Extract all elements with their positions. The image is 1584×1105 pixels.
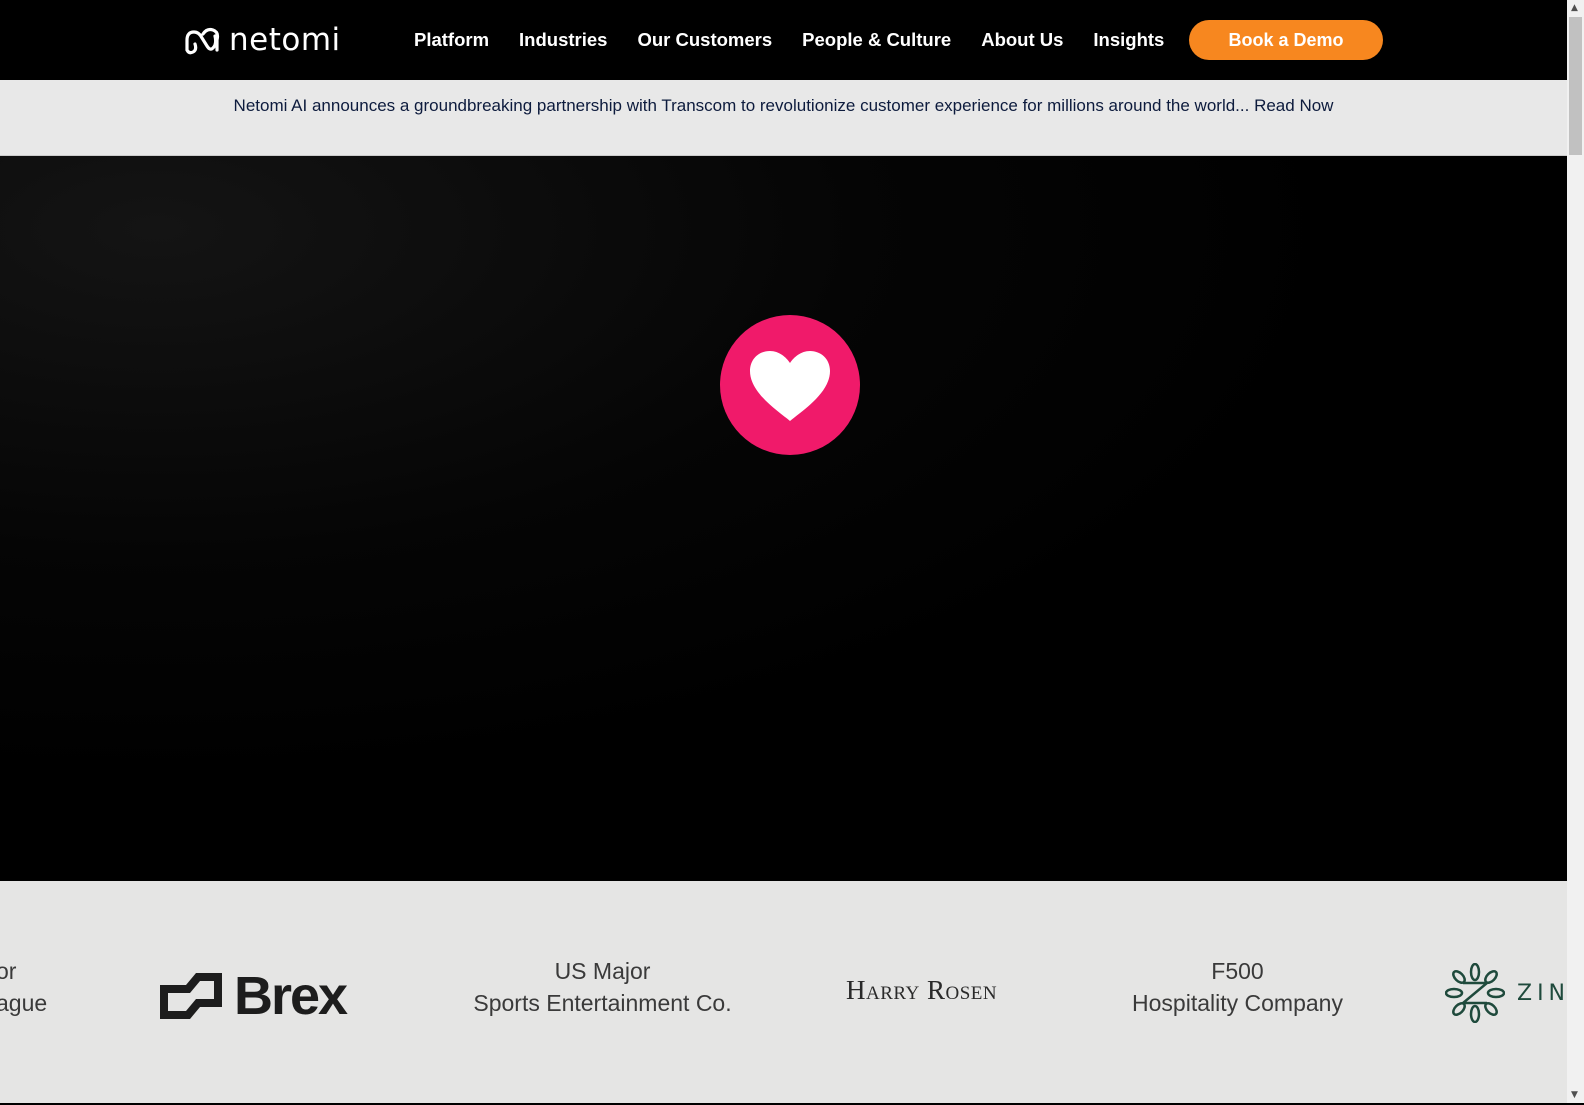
logo-text: netomi bbox=[229, 22, 341, 58]
hero-video bbox=[0, 156, 1567, 881]
brex-text: Brex bbox=[234, 966, 348, 1026]
zin-text: ZIN bbox=[1517, 980, 1567, 1006]
line: Hospitality Company bbox=[1132, 990, 1343, 1016]
us-major-logo: US Major Sports Entertainment Co. bbox=[450, 955, 755, 1019]
zin-logo: ZIN bbox=[1445, 963, 1567, 1023]
netomi-logo-icon bbox=[185, 27, 220, 55]
nav-people-culture[interactable]: People & Culture bbox=[802, 29, 951, 51]
nav-platform[interactable]: Platform bbox=[414, 29, 489, 51]
page: netomi Platform Industries Our Customers… bbox=[0, 0, 1567, 1105]
nav-about-us[interactable]: About Us bbox=[981, 29, 1063, 51]
f500-logo: F500 Hospitality Company bbox=[1110, 955, 1365, 1019]
brex-mark-icon bbox=[160, 973, 222, 1019]
leaf-flower-icon bbox=[1445, 963, 1505, 1023]
harry-rosen-logo: Harry Rosen bbox=[846, 975, 998, 1005]
heart-icon bbox=[750, 351, 830, 421]
nav-insights[interactable]: Insights bbox=[1093, 29, 1164, 51]
announcement-banner[interactable]: Netomi AI announces a groundbreaking par… bbox=[0, 80, 1567, 156]
book-demo-button[interactable]: Book a Demo bbox=[1189, 20, 1383, 60]
scroll-down-icon[interactable]: ▼ bbox=[1571, 1090, 1578, 1100]
top-nav: netomi Platform Industries Our Customers… bbox=[0, 0, 1567, 80]
scroll-up-icon[interactable]: ▲ bbox=[1571, 3, 1578, 13]
line: F500 bbox=[1211, 958, 1264, 984]
main-menu: Platform Industries Our Customers People… bbox=[414, 0, 1164, 80]
netomi-logo[interactable]: netomi bbox=[183, 22, 341, 58]
customer-logos: or ague Brex US Major Sports Entertainment… bbox=[0, 881, 1567, 1103]
heart-badge bbox=[720, 315, 860, 455]
partial-line: ague bbox=[0, 990, 48, 1016]
scrollbar-thumb[interactable] bbox=[1569, 17, 1582, 155]
announcement-text[interactable]: Netomi AI announces a groundbreaking par… bbox=[234, 96, 1334, 115]
partial-logo-text: or ague bbox=[0, 955, 47, 1019]
brex-logo: Brex bbox=[160, 965, 348, 1027]
nav-industries[interactable]: Industries bbox=[519, 29, 607, 51]
partial-line: or bbox=[0, 958, 17, 984]
line: Sports Entertainment Co. bbox=[473, 990, 732, 1016]
scrollbar[interactable]: ▲ ▼ bbox=[1567, 0, 1584, 1105]
line: US Major bbox=[554, 958, 651, 984]
nav-our-customers[interactable]: Our Customers bbox=[637, 29, 772, 51]
